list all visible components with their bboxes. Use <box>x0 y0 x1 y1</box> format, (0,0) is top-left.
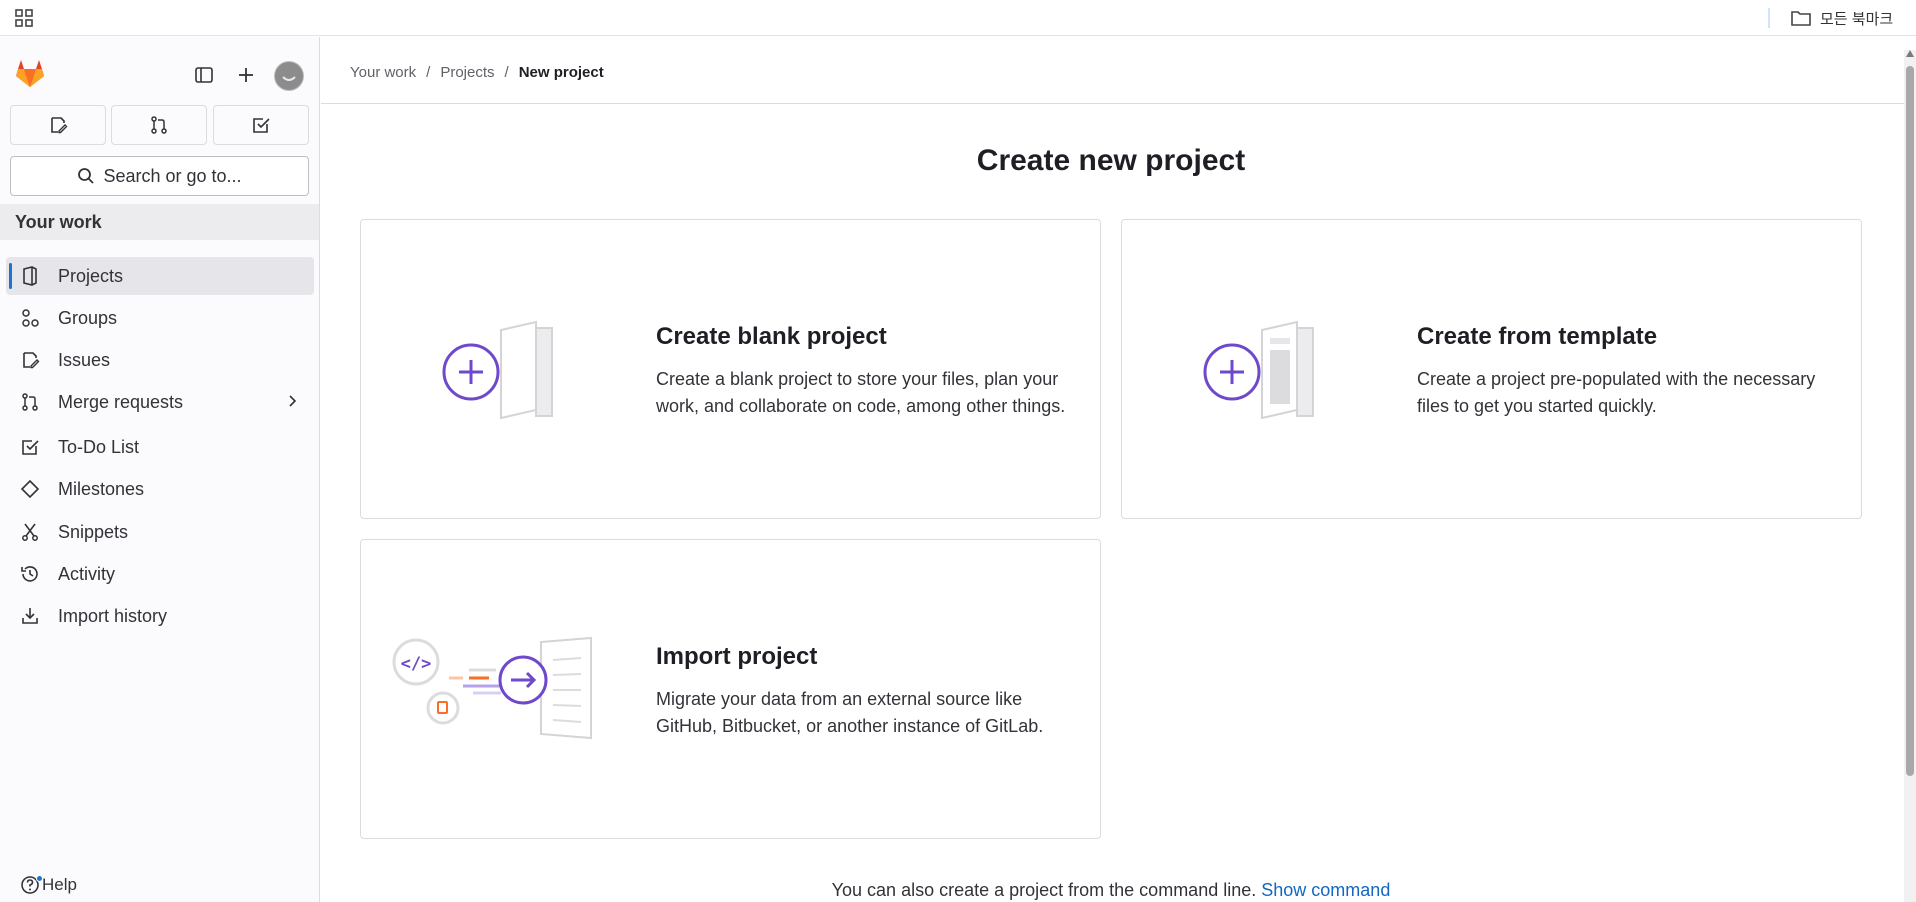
merge-request-icon <box>18 390 42 414</box>
page-title: Create new project <box>976 144 1246 177</box>
template-project-illustration <box>1203 320 1314 420</box>
sidebar-item-label: To-Do List <box>58 436 140 457</box>
breadcrumb-separator: / <box>504 64 509 81</box>
project-icon <box>18 264 42 288</box>
scroll-thumb[interactable] <box>1906 66 1914 776</box>
card-title: Create blank project <box>656 323 887 350</box>
card-description: Migrate your data from an external sourc… <box>656 689 1044 736</box>
sidebar-item-import-history[interactable]: Import history <box>6 597 314 635</box>
help-button[interactable]: Help <box>20 875 77 895</box>
help-label: Help <box>42 875 77 894</box>
milestone-icon <box>18 477 42 501</box>
issues-icon <box>51 117 68 134</box>
breadcrumb-your-work[interactable]: Your work <box>350 64 416 81</box>
sidebar-item-label: Activity <box>58 563 116 584</box>
breadcrumb-projects[interactable]: Projects <box>440 64 494 81</box>
sidebar-item-activity[interactable]: Activity <box>6 555 314 593</box>
issues-icon <box>18 348 42 372</box>
show-command-link[interactable]: Show command <box>1261 880 1390 900</box>
import-icon <box>18 604 42 628</box>
card-title: Import project <box>656 643 818 670</box>
sidebar-item-label: Import history <box>58 605 168 626</box>
sidebar-item-todo-list[interactable]: To-Do List <box>6 428 314 466</box>
sidebar-item-label: Projects <box>58 265 124 286</box>
sidebar-item-merge-requests[interactable]: Merge requests <box>6 383 314 421</box>
gitlab-logo-icon[interactable] <box>14 58 46 88</box>
create-from-template-card[interactable]: Create from template Create a project pr… <box>1121 219 1862 519</box>
blank-project-illustration <box>442 320 553 420</box>
card-description: Create a blank project to store your fil… <box>656 369 1066 416</box>
apps-grid-icon[interactable] <box>14 8 34 28</box>
search-label: Search or go to... <box>103 165 242 186</box>
sidebar: Search or go to... Your work Projects Gr… <box>0 37 320 902</box>
all-bookmarks-folder[interactable]: 모든 북마크 <box>1790 6 1893 30</box>
import-project-card[interactable]: </> Import project Migrate your data fro… <box>360 539 1101 839</box>
command-line-hint: You can also create a project from the c… <box>321 880 1901 901</box>
main-content: Your work / Projects / New project Creat… <box>321 37 1916 902</box>
breadcrumb-divider <box>321 103 1905 104</box>
card-description: Create a project pre-populated with the … <box>1417 369 1816 416</box>
folder-icon <box>1791 11 1811 26</box>
svg-text:</>: </> <box>401 654 432 674</box>
snippet-icon <box>18 520 42 544</box>
search-button[interactable]: Search or go to... <box>10 156 309 196</box>
sidebar-item-label: Snippets <box>58 521 129 542</box>
todo-button[interactable] <box>213 105 309 145</box>
history-icon <box>18 562 42 586</box>
todo-icon <box>18 435 42 459</box>
chevron-right-icon[interactable] <box>284 393 300 414</box>
sidebar-item-snippets[interactable]: Snippets <box>6 513 314 551</box>
todo-icon <box>253 118 270 133</box>
sidebar-section-header: Your work <box>0 204 319 240</box>
sidebar-item-groups[interactable]: Groups <box>6 299 314 337</box>
sidebar-item-milestones[interactable]: Milestones <box>6 470 314 508</box>
sidebar-item-projects[interactable]: Projects <box>6 257 314 295</box>
search-icon <box>78 168 95 184</box>
sidebar-toggle-icon[interactable] <box>190 61 218 89</box>
breadcrumb: Your work / Projects / New project <box>350 64 604 81</box>
sidebar-item-issues[interactable]: Issues <box>6 341 314 379</box>
group-icon <box>18 306 42 330</box>
bookmark-folder-label: 모든 북마크 <box>1820 10 1894 28</box>
breadcrumb-new-project[interactable]: New project <box>519 64 604 81</box>
user-avatar[interactable] <box>274 61 304 91</box>
breadcrumb-separator: / <box>426 64 431 81</box>
notification-dot <box>36 875 43 882</box>
merge-requests-button[interactable] <box>111 105 207 145</box>
create-blank-project-card[interactable]: Create blank project Create a blank proj… <box>360 219 1101 519</box>
sidebar-item-label: Issues <box>58 349 111 370</box>
merge-request-icon <box>151 116 167 134</box>
scroll-up-arrow[interactable] <box>1906 50 1914 57</box>
sidebar-item-label: Milestones <box>58 478 145 499</box>
import-project-illustration: </> <box>392 636 592 740</box>
assigned-issues-button[interactable] <box>10 105 106 145</box>
page-scrollbar[interactable] <box>1904 50 1916 902</box>
card-title: Create from template <box>1417 323 1658 350</box>
bookmarks-separator <box>1768 8 1770 28</box>
command-line-text: You can also create a project from the c… <box>831 880 1257 900</box>
sidebar-item-label: Merge requests <box>58 391 184 412</box>
section-title: Your work <box>15 212 102 232</box>
sidebar-item-label: Groups <box>58 307 118 328</box>
create-new-icon[interactable] <box>232 61 260 89</box>
bookmarks-bar: 모든 북마크 <box>0 0 1916 36</box>
